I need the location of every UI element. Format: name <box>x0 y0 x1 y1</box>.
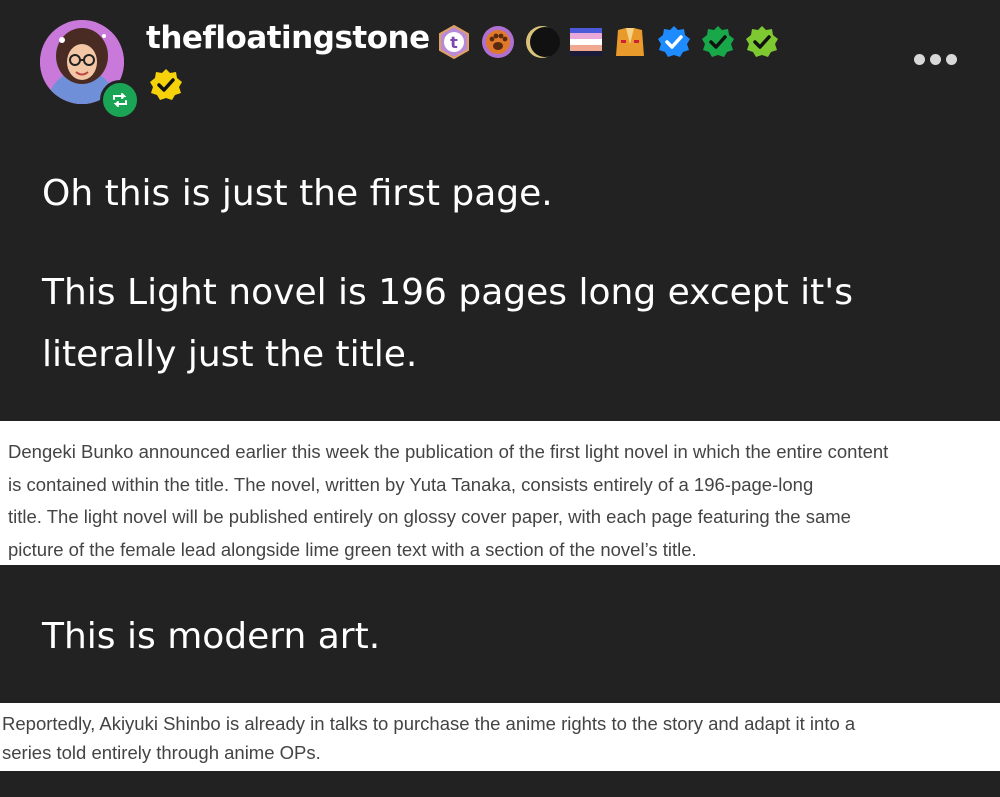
clipping-line: Dengeki Bunko announced earlier this wee… <box>8 441 889 462</box>
username[interactable]: thefloatingstone <box>146 20 430 56</box>
badge-list-row2 <box>148 67 184 107</box>
svg-text:t: t <box>450 33 458 52</box>
dot <box>930 54 941 65</box>
green-check-badge-icon[interactable] <box>700 24 736 60</box>
more-options-icon[interactable] <box>914 54 957 65</box>
paw-badge-icon[interactable] <box>480 24 516 60</box>
blue-check-badge-icon[interactable] <box>656 24 692 60</box>
clipping-line: series told entirely through anime OPs. <box>2 742 321 763</box>
badge-list: t <box>436 24 780 60</box>
post-paragraph-1: Oh this is just the first page. <box>42 173 553 214</box>
clipping-line: is contained within the title. The novel… <box>8 473 814 495</box>
reblog-icon <box>113 93 127 107</box>
clipping-line: title. The light novel will be published… <box>8 506 851 527</box>
post-paragraph-3: This is modern art. <box>42 616 381 657</box>
dot <box>946 54 957 65</box>
dot <box>914 54 925 65</box>
post-header: thefloatingstone t <box>0 0 1000 130</box>
post-paragraph-2-line-1: This Light novel is 196 pages long excep… <box>42 272 853 313</box>
gradient-flag-badge-icon[interactable] <box>568 24 604 60</box>
vest-badge-icon[interactable] <box>612 24 648 60</box>
lime-check-badge-icon[interactable] <box>744 24 780 60</box>
yellow-check-badge-icon[interactable] <box>148 67 184 103</box>
tumblr-t-badge-icon[interactable]: t <box>436 24 472 60</box>
clipping-line: picture of the female lead alongside lim… <box>8 538 697 560</box>
clipping-line: Reportedly, Akiyuki Shinbo is already in… <box>2 713 856 734</box>
news-clipping-1: Dengeki Bunko announced earlier this wee… <box>0 421 1000 565</box>
reblog-badge <box>100 80 140 120</box>
post-paragraph-2-line-2: literally just the title. <box>42 334 418 375</box>
crescent-moon-badge-icon[interactable] <box>524 24 560 60</box>
news-clipping-2: Reportedly, Akiyuki Shinbo is already in… <box>0 703 1000 771</box>
